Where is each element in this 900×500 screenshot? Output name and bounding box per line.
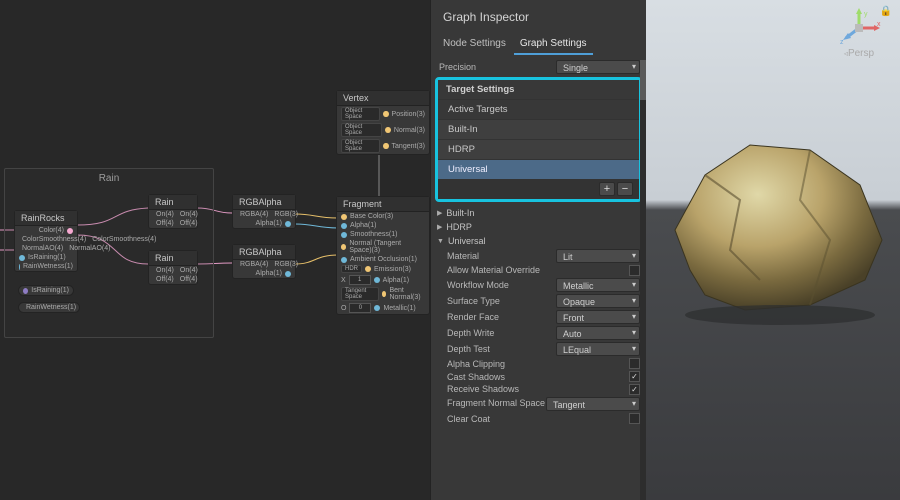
port-in[interactable] bbox=[374, 305, 380, 311]
target-item-hdrp[interactable]: HDRP bbox=[438, 139, 639, 159]
port-out[interactable] bbox=[285, 271, 291, 277]
rgbalpha-node-lower[interactable]: RGBAlpha RGBA(4)RGB(3) Alpha(1) bbox=[232, 244, 296, 279]
depthwrite-dropdown[interactable]: Auto bbox=[556, 326, 640, 340]
foldout-universal[interactable]: ▼Universal bbox=[437, 234, 640, 248]
fragnormal-label: Fragment Normal Space bbox=[437, 399, 546, 408]
add-target-button[interactable]: + bbox=[599, 182, 615, 196]
workflow-label: Workflow Mode bbox=[437, 280, 556, 290]
castshadows-checkbox[interactable]: ✓ bbox=[629, 371, 640, 382]
port-in[interactable] bbox=[385, 127, 391, 133]
active-targets-list: Active Targets Built-In HDRP Universal bbox=[438, 99, 639, 179]
allow-override-label: Allow Material Override bbox=[437, 266, 629, 275]
axis-x-label: x bbox=[877, 21, 881, 28]
foldout-builtin[interactable]: ▶Built-In bbox=[437, 206, 640, 220]
active-targets-header: Active Targets bbox=[438, 99, 639, 119]
clearcoat-label: Clear Coat bbox=[437, 414, 629, 424]
port-in[interactable] bbox=[382, 291, 386, 297]
group-title: Rain bbox=[5, 169, 213, 188]
port-out[interactable] bbox=[23, 288, 28, 294]
port-in[interactable] bbox=[365, 266, 371, 272]
port-in[interactable] bbox=[19, 255, 25, 261]
node-title: Rain bbox=[149, 251, 197, 266]
metallic-o-field[interactable]: 0 bbox=[349, 303, 371, 313]
alphaclip-label: Alpha Clipping bbox=[437, 359, 629, 369]
axis-y-label: y bbox=[864, 11, 868, 18]
port-in[interactable] bbox=[383, 111, 388, 117]
chevron-right-icon: ▶ bbox=[437, 209, 442, 217]
port-in[interactable] bbox=[341, 244, 346, 250]
node-title: Rain bbox=[149, 195, 197, 210]
alphaclip-checkbox[interactable] bbox=[629, 358, 640, 369]
inspector-body: Precision Single Target Settings Active … bbox=[431, 55, 646, 500]
scene-viewport[interactable]: 🔒 y x z ◃Persp bbox=[646, 0, 900, 500]
panel-title: Graph Inspector bbox=[431, 0, 646, 34]
projection-label[interactable]: ◃Persp bbox=[832, 48, 886, 59]
remove-target-button[interactable]: − bbox=[617, 182, 633, 196]
node-title: Fragment bbox=[337, 197, 429, 212]
allow-override-checkbox[interactable] bbox=[629, 265, 640, 276]
target-settings-box: Target Settings Active Targets Built-In … bbox=[435, 77, 642, 202]
node-title: RGBAlpha bbox=[233, 245, 295, 260]
precision-dropdown[interactable]: Single bbox=[556, 60, 640, 74]
rain-node-upper[interactable]: Rain On(4)On(4) Off(4)Off(4) bbox=[148, 194, 198, 229]
material-label: Material bbox=[437, 251, 556, 261]
castshadows-label: Cast Shadows bbox=[437, 372, 629, 382]
node-title: RainRocks bbox=[15, 211, 77, 226]
orientation-gizmo[interactable]: y x z ◃Persp bbox=[832, 8, 886, 72]
axis-z-label: z bbox=[840, 39, 844, 46]
port-in[interactable] bbox=[341, 257, 347, 263]
vertex-master-node[interactable]: Vertex Object SpacePosition(3) Object Sp… bbox=[336, 90, 430, 155]
graph-inspector-panel: Graph Inspector Node Settings Graph Sett… bbox=[430, 0, 646, 500]
alpha-x-field[interactable]: 1 bbox=[349, 275, 371, 285]
precision-label: Precision bbox=[437, 62, 556, 72]
workflow-dropdown[interactable]: Metallic bbox=[556, 278, 640, 292]
recvshadows-label: Receive Shadows bbox=[437, 385, 629, 394]
port-in[interactable] bbox=[341, 214, 347, 220]
rainrocks-node[interactable]: RainRocks Color(4) ColorSmoothness(4)Col… bbox=[14, 210, 78, 272]
rain-node-lower[interactable]: Rain On(4)On(4) Off(4)Off(4) bbox=[148, 250, 198, 285]
surface-label: Surface Type bbox=[437, 296, 556, 306]
depthtest-label: Depth Test bbox=[437, 344, 556, 354]
recvshadows-checkbox[interactable]: ✓ bbox=[629, 384, 640, 395]
renderface-dropdown[interactable]: Front bbox=[556, 310, 640, 324]
material-dropdown[interactable]: Lit bbox=[556, 249, 640, 263]
chevron-right-icon: ▶ bbox=[437, 223, 442, 231]
tab-graph-settings[interactable]: Graph Settings bbox=[514, 34, 593, 55]
fragment-master-node[interactable]: Fragment Base Color(3) Alpha(1) Smoothne… bbox=[336, 196, 430, 315]
node-title: Vertex bbox=[337, 91, 429, 106]
rock-preview bbox=[660, 130, 890, 330]
port-in[interactable] bbox=[383, 143, 388, 149]
target-item-builtin[interactable]: Built-In bbox=[438, 119, 639, 139]
foldout-hdrp[interactable]: ▶HDRP bbox=[437, 220, 640, 234]
chevron-down-icon: ▼ bbox=[437, 238, 444, 245]
inspector-tabs: Node Settings Graph Settings bbox=[431, 34, 646, 55]
port-in[interactable] bbox=[341, 232, 347, 238]
port-in[interactable] bbox=[341, 223, 347, 229]
depthwrite-label: Depth Write bbox=[437, 328, 556, 338]
renderface-label: Render Face bbox=[437, 312, 556, 322]
depthtest-dropdown[interactable]: LEqual bbox=[556, 342, 640, 356]
fragnormal-dropdown[interactable]: Tangent bbox=[546, 397, 640, 411]
port-in[interactable] bbox=[19, 264, 20, 270]
port-out[interactable] bbox=[285, 221, 291, 227]
tab-node-settings[interactable]: Node Settings bbox=[437, 34, 512, 55]
property-chip-israining[interactable]: IsRaining(1) bbox=[18, 285, 74, 296]
node-title: RGBAlpha bbox=[233, 195, 295, 210]
clearcoat-checkbox[interactable] bbox=[629, 413, 640, 424]
shader-graph-canvas[interactable]: Vertex Object SpacePosition(3) Object Sp… bbox=[0, 0, 430, 500]
rgbalpha-node-upper[interactable]: RGBAlpha RGBA(4)RGB(3) Alpha(1) bbox=[232, 194, 296, 229]
port-out[interactable] bbox=[67, 228, 73, 234]
port-in[interactable] bbox=[374, 277, 380, 283]
property-chip-rainwetness[interactable]: RainWetness(1) bbox=[18, 302, 80, 313]
target-item-universal[interactable]: Universal bbox=[438, 159, 639, 179]
surface-dropdown[interactable]: Opaque bbox=[556, 294, 640, 308]
target-settings-title: Target Settings bbox=[438, 80, 639, 99]
